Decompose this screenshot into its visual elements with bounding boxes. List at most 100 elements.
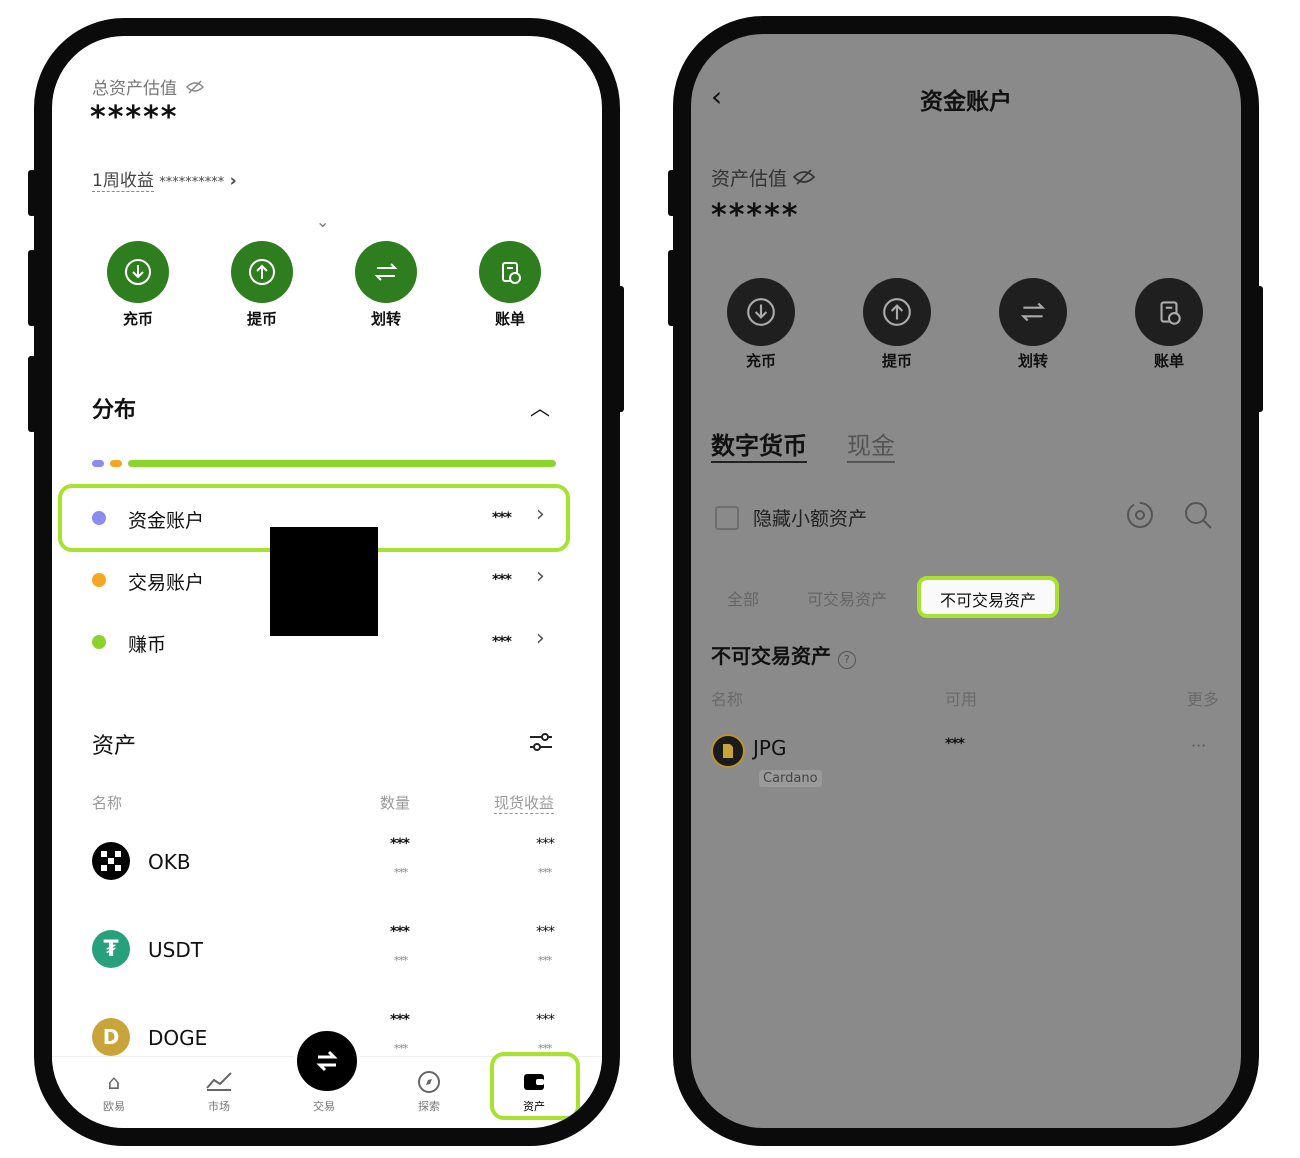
withdraw-button[interactable]: [863, 278, 931, 346]
withdraw-button[interactable]: [231, 241, 293, 303]
tab-cash[interactable]: 现金: [847, 426, 895, 463]
trading-dot: [92, 573, 106, 587]
jpg-icon: [711, 734, 745, 768]
account-name: 赚币: [128, 634, 167, 656]
deposit-icon: [747, 298, 775, 326]
redaction-block: [270, 527, 378, 636]
filter-settings-icon[interactable]: [528, 730, 554, 758]
asset-pnl-sub: ***: [538, 866, 552, 879]
asset-pnl: ***: [536, 836, 555, 852]
asset-pnl: ***: [536, 924, 555, 940]
doge-icon: D: [92, 1018, 130, 1056]
chevron-right-icon: ›: [536, 564, 545, 589]
account-value: ***: [492, 634, 512, 650]
deposit-button[interactable]: [727, 278, 795, 346]
chevron-right-icon: ›: [229, 171, 237, 191]
hide-small-checkbox[interactable]: [715, 506, 739, 530]
filter-tradable[interactable]: 可交易资产: [807, 586, 887, 610]
bill-label: 账单: [1153, 352, 1184, 370]
asset-symbol: USDT: [148, 938, 203, 962]
account-name: 资金账户: [128, 510, 205, 532]
chevron-up-icon[interactable]: ︿: [530, 392, 550, 421]
withdraw-label: 提币: [246, 310, 277, 328]
transfer-button[interactable]: [999, 278, 1067, 346]
transfer-button[interactable]: [355, 241, 417, 303]
asset-qty-sub: ***: [394, 866, 408, 879]
asset-qty: ***: [390, 836, 410, 852]
tab-crypto[interactable]: 数字货币: [711, 426, 807, 463]
help-icon[interactable]: ?: [837, 651, 856, 669]
distribution-bar-trading: [110, 460, 122, 467]
weekly-pnl-value: **********: [159, 175, 225, 190]
asset-symbol: DOGE: [148, 1026, 208, 1050]
transfer-label: 划转: [1017, 352, 1048, 370]
col-qty: 数量: [380, 794, 411, 812]
nav-label-trade: 交易: [313, 1100, 335, 1113]
chevron-right-icon: ›: [536, 502, 545, 527]
earn-dot: [92, 635, 106, 649]
usdt-icon: ₮: [92, 930, 130, 968]
asset-pnl-sub: ***: [538, 954, 552, 967]
eye-off-icon[interactable]: [792, 168, 816, 190]
assets-title: 资产: [92, 734, 137, 759]
settings-icon[interactable]: [1125, 500, 1155, 534]
col-more: 更多: [1187, 690, 1220, 709]
total-assets-label: 总资产估值: [92, 74, 205, 99]
nav-label-market: 市场: [208, 1100, 230, 1113]
transfer-icon: [1020, 302, 1046, 322]
filter-non-tradable[interactable]: 不可交易资产: [917, 576, 1059, 618]
transfer-label: 划转: [370, 310, 401, 328]
asset-qty: ***: [390, 924, 410, 940]
account-value: ***: [492, 572, 512, 588]
asset-row-usdt[interactable]: ₮ USDT *** *** *** ***: [74, 914, 564, 984]
withdraw-label: 提币: [881, 352, 912, 370]
page-title: 资金账户: [920, 89, 1012, 115]
chain-badge: Cardano: [759, 770, 822, 787]
phone-left: 总资产估值 ***** 1周收益 ********** › ⌄ 充币 提币 划转…: [34, 18, 620, 1146]
asset-valuation-label: 资产估值: [711, 164, 816, 191]
home-icon[interactable]: ⌂: [84, 1070, 144, 1094]
filter-all[interactable]: 全部: [727, 586, 759, 610]
weekly-pnl[interactable]: 1周收益 ********** ›: [92, 166, 237, 192]
bill-icon: [1160, 301, 1181, 325]
nav-label-explore: 探索: [418, 1100, 440, 1113]
withdraw-icon: [249, 259, 275, 285]
transfer-icon: [374, 263, 398, 281]
swap-icon[interactable]: [294, 1028, 360, 1094]
asset-symbol: OKB: [148, 850, 191, 874]
asset-row-jpg[interactable]: JPG Cardano *** ···: [707, 724, 1227, 794]
distribution-title: 分布: [92, 398, 137, 423]
col-available: 可用: [945, 690, 978, 709]
asset-qty: ***: [390, 1012, 410, 1028]
deposit-label: 充币: [122, 310, 153, 328]
asset-row-okb[interactable]: OKB *** *** *** ***: [74, 826, 564, 896]
bill-icon: [502, 262, 521, 284]
col-name: 名称: [92, 794, 123, 812]
deposit-button[interactable]: [107, 241, 169, 303]
more-icon[interactable]: ···: [1191, 736, 1206, 755]
account-name: 交易账户: [128, 572, 205, 594]
market-icon[interactable]: [189, 1070, 249, 1097]
eye-off-icon[interactable]: [186, 79, 205, 99]
bill-button[interactable]: [479, 241, 541, 303]
account-value: ***: [492, 510, 512, 526]
chevron-right-icon: ›: [536, 626, 545, 651]
asset-qty-sub: ***: [394, 954, 408, 967]
asset-symbol: JPG: [753, 736, 787, 760]
withdraw-icon: [883, 298, 911, 326]
distribution-bar-earn: [128, 460, 556, 467]
bill-button[interactable]: [1135, 278, 1203, 346]
wallet-icon[interactable]: [504, 1070, 564, 1097]
distribution-bar-funding: [92, 460, 104, 467]
phone-right: ‹ 资金账户 资产估值 ***** 充币 提币 划转 账单 数字货币 现金 隐藏…: [673, 16, 1259, 1146]
chevron-down-icon[interactable]: ⌄: [316, 212, 329, 231]
nav-label-home: 欧易: [103, 1100, 125, 1113]
compass-icon[interactable]: [399, 1070, 459, 1099]
asset-valuation-value: *****: [711, 198, 800, 233]
col-pnl[interactable]: 现货收益: [494, 792, 555, 814]
section-title: 不可交易资产 ?: [711, 640, 856, 669]
search-icon[interactable]: [1183, 500, 1213, 534]
asset-pnl: ***: [536, 1012, 555, 1028]
bill-label: 账单: [494, 310, 525, 328]
col-name: 名称: [711, 690, 744, 709]
